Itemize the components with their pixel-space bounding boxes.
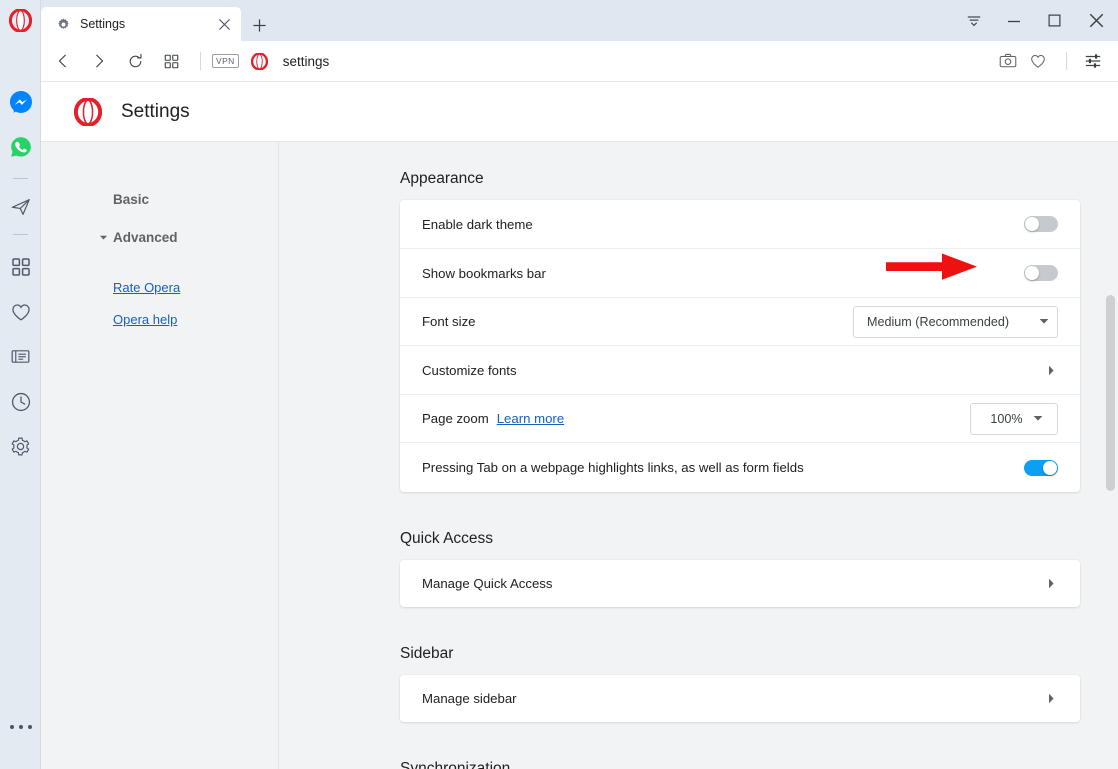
content-scrollbar[interactable] bbox=[1103, 142, 1118, 769]
row-label: Page zoom bbox=[422, 411, 489, 426]
scrollbar-thumb[interactable] bbox=[1106, 295, 1115, 491]
sliders-icon[interactable] bbox=[1078, 46, 1108, 76]
learn-more-link[interactable]: Learn more bbox=[497, 411, 564, 426]
row-label: Enable dark theme bbox=[422, 216, 533, 232]
row-label: Show bookmarks bar bbox=[422, 265, 546, 281]
sidebar-item-speed-dial[interactable] bbox=[8, 254, 33, 279]
tab-highlights-links-toggle[interactable] bbox=[1024, 459, 1058, 476]
row-label: Manage sidebar bbox=[422, 691, 517, 706]
row-manage-sidebar[interactable]: Manage sidebar bbox=[400, 675, 1080, 722]
tab-title: Settings bbox=[80, 17, 126, 31]
row-label-wrap: Page zoom Learn more bbox=[422, 411, 970, 426]
browser-tab-settings[interactable]: Settings bbox=[41, 7, 241, 41]
font-size-value: Medium (Recommended) bbox=[867, 314, 1010, 329]
sidebar-item-basic[interactable]: Basic bbox=[41, 185, 279, 213]
opera-help-link[interactable]: Opera help bbox=[113, 312, 177, 327]
sidebar-item-label: Advanced bbox=[113, 229, 178, 245]
settings-content: Appearance Enable dark theme Show bookma… bbox=[280, 142, 1118, 769]
close-icon[interactable] bbox=[211, 11, 237, 37]
heart-icon[interactable] bbox=[1023, 46, 1053, 76]
row-customize-fonts[interactable]: Customize fonts bbox=[400, 346, 1080, 395]
row-label: Customize fonts bbox=[422, 362, 517, 378]
row-show-bookmarks-bar[interactable]: Show bookmarks bar bbox=[400, 249, 1080, 298]
sidebar-item-whatsapp[interactable] bbox=[8, 134, 33, 159]
maximize-icon[interactable] bbox=[1034, 0, 1074, 41]
sidebar-divider-1 bbox=[13, 178, 28, 179]
quick-access-card: Manage Quick Access bbox=[400, 560, 1080, 607]
page-zoom-select[interactable]: 100% bbox=[970, 402, 1058, 435]
settings-header: Settings bbox=[41, 82, 1118, 142]
appearance-card: Enable dark theme Show bookmarks bar Fon… bbox=[400, 200, 1080, 492]
font-size-select[interactable]: Medium (Recommended) bbox=[853, 305, 1058, 338]
minimize-icon[interactable] bbox=[994, 0, 1034, 41]
section-title-appearance: Appearance bbox=[400, 170, 484, 187]
address-bar: VPN settings bbox=[41, 41, 1118, 82]
row-font-size[interactable]: Font size Medium (Recommended) bbox=[400, 298, 1080, 346]
section-title-sidebar: Sidebar bbox=[400, 645, 454, 662]
section-title-quick-access: Quick Access bbox=[400, 530, 494, 547]
actions-divider bbox=[1066, 52, 1067, 70]
enable-dark-theme-toggle[interactable] bbox=[1024, 216, 1058, 232]
opera-logo-header bbox=[73, 96, 103, 127]
gear-icon bbox=[55, 16, 71, 32]
chevron-right-icon bbox=[1044, 578, 1058, 589]
sidebar-item-news[interactable] bbox=[8, 344, 33, 369]
row-label: Font size bbox=[422, 314, 476, 329]
sidebar-divider-2 bbox=[13, 234, 28, 235]
opera-logo[interactable] bbox=[8, 8, 33, 33]
section-title-synchronization: Synchronization bbox=[400, 760, 511, 769]
page-zoom-value: 100% bbox=[990, 411, 1023, 426]
sidebar-overflow-menu[interactable] bbox=[10, 719, 32, 735]
opera-page-icon bbox=[251, 52, 269, 70]
row-label: Manage Quick Access bbox=[422, 576, 553, 591]
forward-icon[interactable] bbox=[83, 45, 115, 77]
sidebar-item-label: Basic bbox=[113, 191, 150, 207]
show-bookmarks-bar-toggle[interactable] bbox=[1024, 265, 1058, 281]
page-title: Settings bbox=[121, 100, 190, 122]
sidebar-item-settings[interactable] bbox=[8, 434, 33, 459]
vpn-badge[interactable]: VPN bbox=[212, 54, 239, 68]
tab-strip: Settings bbox=[41, 0, 1118, 41]
tab-menu-icon[interactable] bbox=[954, 0, 994, 41]
settings-page: Settings Basic Advanced Rate Opera Opera… bbox=[41, 82, 1118, 769]
chevron-down-icon bbox=[1039, 318, 1049, 325]
settings-nav: Basic Advanced Rate Opera Opera help bbox=[41, 142, 279, 769]
row-page-zoom[interactable]: Page zoom Learn more 100% bbox=[400, 395, 1080, 443]
new-tab-button[interactable] bbox=[246, 12, 272, 38]
chevron-down-icon bbox=[98, 232, 108, 242]
opera-sidebar bbox=[0, 0, 41, 769]
back-icon[interactable] bbox=[47, 45, 79, 77]
sidebar-item-messenger[interactable] bbox=[8, 89, 33, 114]
row-label: Pressing Tab on a webpage highlights lin… bbox=[422, 460, 804, 475]
speed-dial-icon[interactable] bbox=[155, 45, 187, 77]
chevron-right-icon bbox=[1044, 365, 1058, 376]
sidebar-item-history[interactable] bbox=[8, 389, 33, 414]
row-tab-highlights-links[interactable]: Pressing Tab on a webpage highlights lin… bbox=[400, 443, 1080, 492]
reload-icon[interactable] bbox=[119, 45, 151, 77]
sidebar-card: Manage sidebar bbox=[400, 675, 1080, 722]
address-bar-actions bbox=[993, 46, 1108, 76]
address-input[interactable]: settings bbox=[283, 54, 993, 69]
camera-icon[interactable] bbox=[993, 46, 1023, 76]
row-enable-dark-theme[interactable]: Enable dark theme bbox=[400, 200, 1080, 249]
window-controls bbox=[954, 0, 1118, 41]
sidebar-item-advanced[interactable]: Advanced bbox=[41, 223, 279, 251]
rate-opera-link[interactable]: Rate Opera bbox=[113, 280, 180, 295]
row-manage-quick-access[interactable]: Manage Quick Access bbox=[400, 560, 1080, 607]
toolbar-divider bbox=[200, 52, 201, 70]
chevron-down-icon bbox=[1033, 415, 1043, 422]
sidebar-item-bookmarks[interactable] bbox=[8, 299, 33, 324]
sidebar-item-telegram[interactable] bbox=[8, 194, 33, 219]
close-window-icon[interactable] bbox=[1074, 0, 1118, 41]
chevron-right-icon bbox=[1044, 693, 1058, 704]
